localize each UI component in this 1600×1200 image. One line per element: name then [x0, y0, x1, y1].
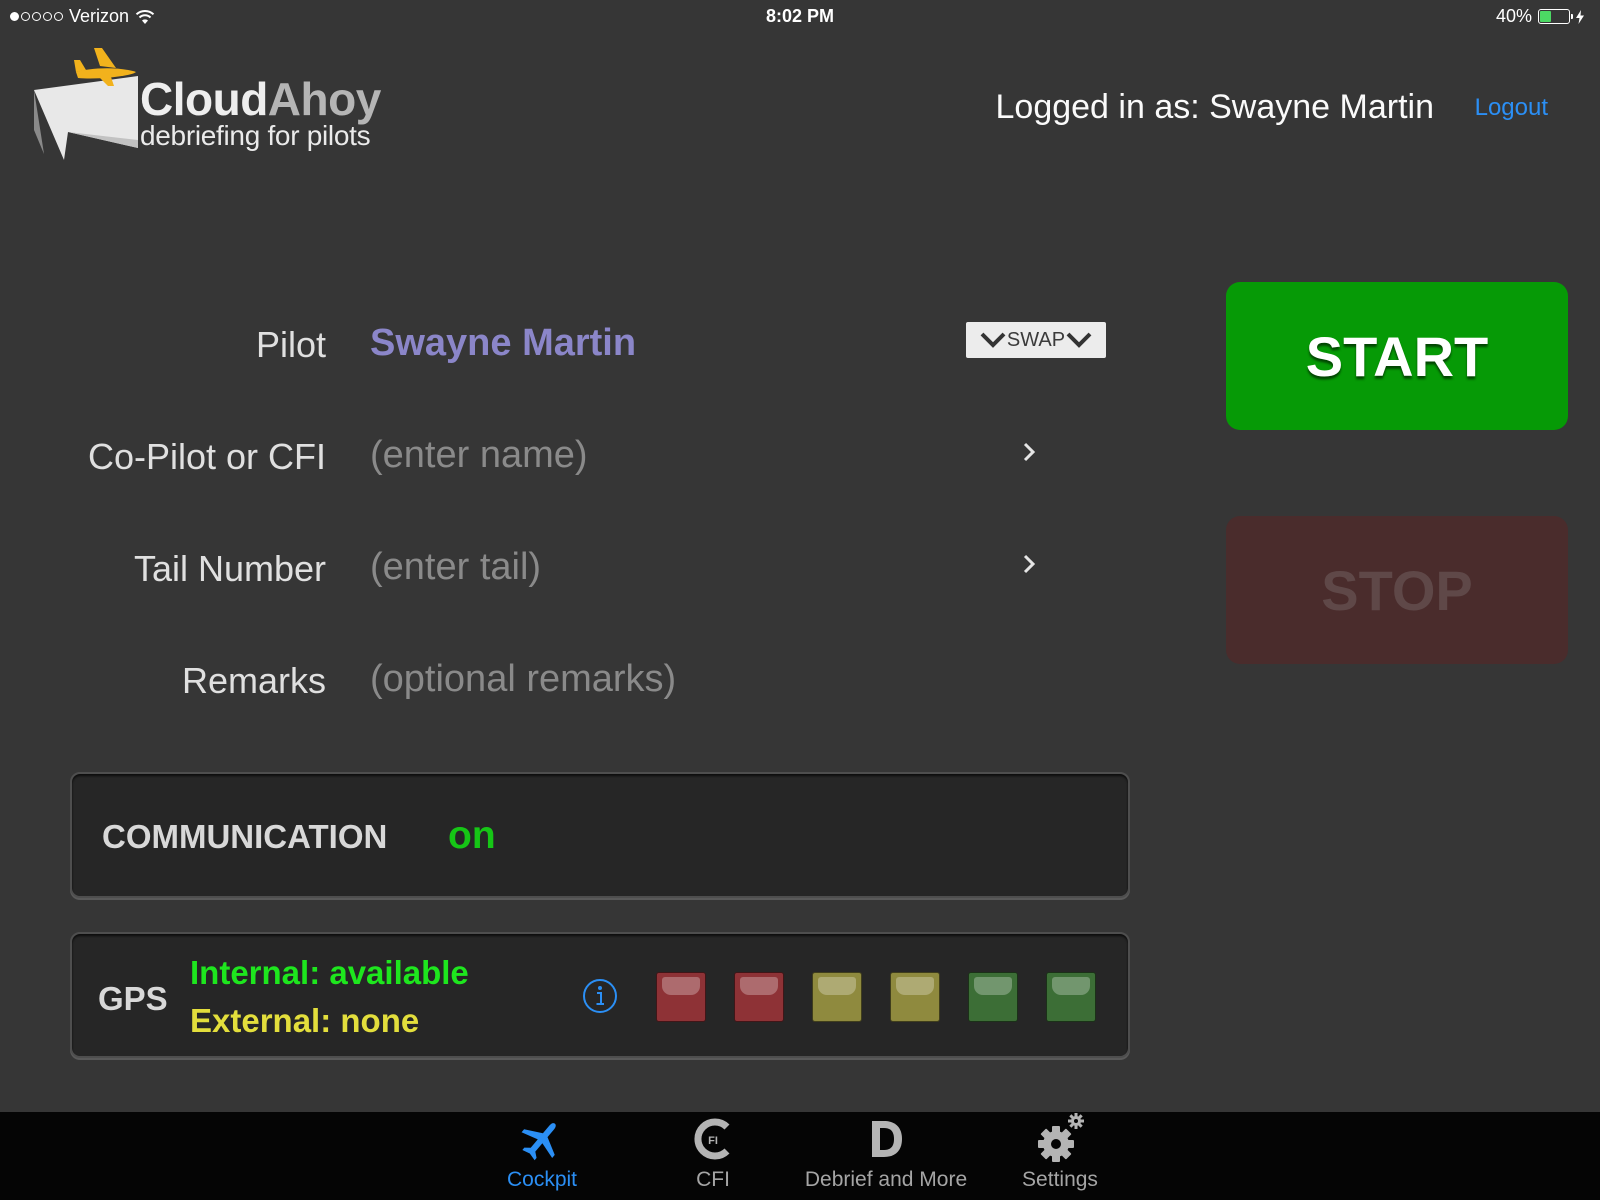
tab-bar: Cockpit FI CFI Debrief and More Settings — [0, 1112, 1600, 1200]
battery-icon — [1538, 9, 1573, 24]
tail-number-label: Tail Number — [133, 548, 326, 589]
logo-title-cloud: Cloud — [140, 73, 268, 125]
chevron-right-icon[interactable] — [1020, 432, 1040, 472]
tab-debrief[interactable]: Debrief and More — [804, 1112, 968, 1200]
communication-panel: COMMUNICATION on — [70, 772, 1130, 898]
tab-cfi[interactable]: FI CFI — [668, 1112, 758, 1200]
copilot-label: Co-Pilot or CFI — [87, 436, 326, 477]
tab-label-cfi: CFI — [696, 1168, 730, 1191]
remarks-label: Remarks — [181, 660, 326, 701]
signal-strength-icon — [10, 12, 63, 21]
gps-indicator-green — [1046, 972, 1096, 1022]
info-icon[interactable] — [582, 978, 618, 1014]
tab-cockpit[interactable]: Cockpit — [492, 1112, 592, 1200]
gear-icon — [1038, 1113, 1084, 1162]
logged-in-user: Logged in as: Swayne Martin — [995, 88, 1434, 126]
status-bar: Verizon 8:02 PM 40% — [0, 0, 1600, 34]
gps-panel: GPS Internal: available External: none — [70, 932, 1130, 1058]
battery-percent: 40% — [1495, 6, 1532, 26]
battery-status: 40% — [1496, 6, 1584, 27]
svg-text:FI: FI — [708, 1135, 718, 1147]
chevron-down-icon — [980, 332, 1006, 348]
wifi-icon — [135, 9, 155, 24]
debrief-icon — [872, 1121, 902, 1157]
gps-indicator-green — [968, 972, 1018, 1022]
remarks-field[interactable]: (optional remarks) — [370, 658, 676, 701]
gps-indicator-red — [734, 972, 784, 1022]
tab-label-debrief: Debrief and More — [804, 1168, 968, 1191]
chevron-right-icon[interactable] — [1020, 544, 1040, 584]
gps-indicator-red — [656, 972, 706, 1022]
tab-label-settings: Settings — [1022, 1168, 1098, 1191]
gps-indicator-yellow — [812, 972, 862, 1022]
stop-button[interactable]: STOP — [1226, 516, 1568, 664]
logo-wordmark: CloudAhoy debriefing for pilots — [140, 76, 381, 152]
gps-label: GPS — [98, 980, 168, 1017]
logo-subtitle: debriefing for pilots — [140, 120, 371, 151]
communication-status: on — [448, 814, 496, 857]
gps-indicator-yellow — [890, 972, 940, 1022]
chevron-down-icon — [1066, 332, 1092, 348]
cloudahoy-logo: CloudAhoy debriefing for pilots — [28, 42, 428, 172]
copilot-field[interactable]: (enter name) — [370, 434, 588, 477]
logo-title-ahoy: Ahoy — [267, 73, 382, 125]
pilot-label: Pilot — [255, 324, 326, 365]
swap-button[interactable]: SWAP — [966, 322, 1106, 358]
gps-external-status: External: none — [190, 1002, 420, 1039]
logo-flag-icon — [34, 48, 138, 160]
carrier-name: Verizon — [69, 6, 130, 26]
start-button[interactable]: START — [1226, 282, 1568, 430]
charging-bolt-icon — [1576, 9, 1584, 24]
tab-settings[interactable]: Settings — [1010, 1112, 1110, 1200]
airplane-icon — [521, 1123, 556, 1161]
logout-link[interactable]: Logout — [1475, 94, 1548, 122]
gps-signal-indicators — [656, 972, 1096, 1022]
pilot-name-field[interactable]: Swayne Martin — [370, 322, 636, 365]
clock: 8:02 PM — [765, 6, 835, 26]
cfi-icon: FI — [694, 1118, 730, 1160]
tab-label-cockpit: Cockpit — [506, 1168, 578, 1191]
communication-label: COMMUNICATION — [102, 818, 388, 855]
tail-number-field[interactable]: (enter tail) — [370, 546, 541, 589]
gps-internal-status: Internal: available — [190, 954, 469, 991]
carrier-info: Verizon — [10, 6, 155, 27]
swap-label: SWAP — [1006, 328, 1066, 351]
